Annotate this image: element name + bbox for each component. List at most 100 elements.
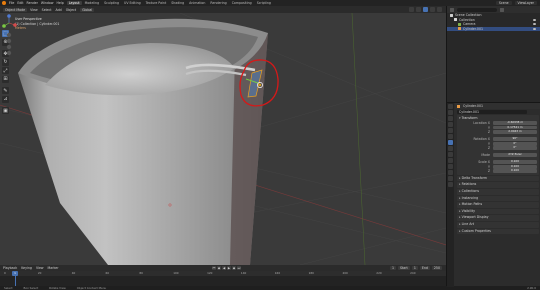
viewport-menu-select[interactable]: Select <box>42 8 52 12</box>
menu-window[interactable]: Window <box>41 1 54 5</box>
prev-key-icon[interactable]: ◆ <box>217 266 221 270</box>
hand-pan-icon <box>6 38 12 44</box>
3d-viewport[interactable]: User Perspective (1) Collection | Cylind… <box>0 13 446 265</box>
particles-tab-icon[interactable] <box>448 152 453 157</box>
timeline-area[interactable]: 0 20 40 60 80 100 120 140 160 180 200 220 240 1 <box>0 271 446 286</box>
rendered-shading-icon[interactable] <box>437 7 442 12</box>
next-key-icon[interactable]: ◆ <box>232 266 236 270</box>
play-icon[interactable]: ▶ <box>227 266 231 270</box>
viewport-menu-add[interactable]: Add <box>56 8 62 12</box>
view-layer-tab-icon[interactable] <box>448 122 453 127</box>
end-frame-field[interactable]: 250 <box>431 266 442 270</box>
perspective-toggle-icon <box>6 50 12 56</box>
physics-tab-icon[interactable] <box>448 158 453 163</box>
panel-instancing[interactable]: Instancing <box>457 195 539 202</box>
add-cube-icon[interactable]: ▣ <box>2 107 9 114</box>
object-tab-icon[interactable] <box>448 140 453 145</box>
view-layer-selector[interactable]: ViewLayer <box>514 1 537 5</box>
location-z-field[interactable]: 2.0043 m <box>493 129 537 135</box>
mode-dropdown[interactable]: Object Mode <box>3 7 28 12</box>
menu-help[interactable]: Help <box>56 1 63 5</box>
transform-panel-title[interactable]: Transform <box>459 116 537 121</box>
panel-motion-paths[interactable]: Motion Paths <box>457 202 539 208</box>
visibility-eye-icon[interactable] <box>533 27 536 30</box>
rotation-z-field[interactable]: 0° <box>493 146 537 151</box>
workspace-tab-modeling[interactable]: Modeling <box>83 1 102 5</box>
transform-icon[interactable]: ⊞ <box>2 75 9 83</box>
outliner-tree: Scene Collection Collection Camera Cylinder… <box>447 13 540 31</box>
location-label: Location X <box>473 120 490 125</box>
timeline-menu-playback[interactable]: Playback <box>3 266 17 270</box>
scene-tab-icon[interactable] <box>448 128 453 133</box>
visibility-eye-icon[interactable] <box>533 23 536 26</box>
properties-editor: Cylinder.001 Cylinder.001 Transform Loca… <box>446 102 540 287</box>
constraints-tab-icon[interactable] <box>448 164 453 169</box>
panel-viewport-display[interactable]: Viewport Display <box>457 215 539 221</box>
xray-toggle-icon[interactable] <box>416 7 421 12</box>
jump-start-icon[interactable]: ⏮ <box>212 266 216 270</box>
workspace-tab-uv-editing[interactable]: UV Editing <box>122 1 143 5</box>
blender-logo-icon[interactable] <box>2 1 6 5</box>
data-tab-icon[interactable] <box>448 170 453 175</box>
frame-tick-label: 60 <box>105 271 110 275</box>
workspace-tab-compositing[interactable]: Compositing <box>230 1 254 5</box>
workspace-tab-shading[interactable]: Shading <box>169 1 186 5</box>
rotation-mode-dropdown[interactable]: XYZ Euler <box>493 153 537 158</box>
workspace-tab-animation[interactable]: Animation <box>187 1 207 5</box>
end-frame-label: End <box>419 266 430 270</box>
workspace-tab-rendering[interactable]: Rendering <box>208 1 228 5</box>
outliner-item-icon <box>450 13 453 17</box>
workspace-tab-texture-paint[interactable]: Texture Paint <box>144 1 169 5</box>
panel-delta-transform[interactable]: Delta Transform <box>457 175 539 182</box>
scale-z-field[interactable]: 0.100 <box>493 169 537 174</box>
outliner-search-input[interactable] <box>457 7 497 12</box>
menu-file[interactable]: File <box>9 1 14 5</box>
scene-selector[interactable]: Scene <box>495 1 512 5</box>
timeline-menu-marker[interactable]: Marker <box>48 266 59 270</box>
workspace-tab-scripting[interactable]: Scripting <box>255 1 273 5</box>
scale-icon[interactable]: ⤢ <box>2 67 9 74</box>
measure-icon[interactable]: ⊿ <box>2 95 9 103</box>
annotate-icon[interactable]: ✎ <box>2 87 9 94</box>
outliner-row[interactable]: Cylinder.001 <box>447 26 540 31</box>
panel-relations[interactable]: Relations <box>457 182 539 189</box>
viewport-menu-view[interactable]: View <box>30 8 38 12</box>
menu-render[interactable]: Render <box>27 1 38 5</box>
frame-ruler[interactable]: 0 20 40 60 80 100 120 140 160 180 200 220 240 <box>0 271 446 276</box>
frame-tick-label: 120 <box>207 271 213 275</box>
panel-line-art[interactable]: Line Art <box>457 222 539 228</box>
solid-shading-icon[interactable] <box>423 7 428 12</box>
outliner-display-mode-icon[interactable] <box>450 7 454 12</box>
navigation-gizmo[interactable] <box>0 13 18 57</box>
workspace-tab-sculpting[interactable]: Sculpting <box>102 1 121 5</box>
output-tab-icon[interactable] <box>448 116 453 121</box>
modifier-tab-icon[interactable] <box>448 146 453 151</box>
status-rotate-view: Rotate View <box>49 286 66 290</box>
current-frame-field[interactable]: 1 <box>389 266 397 270</box>
material-tab-icon[interactable] <box>448 176 453 181</box>
panel-custom-properties[interactable]: Custom Properties <box>457 228 539 235</box>
jump-end-icon[interactable]: ⏭ <box>237 266 241 270</box>
menu-edit[interactable]: Edit <box>17 1 23 5</box>
world-tab-icon[interactable] <box>448 134 453 139</box>
overlay-toggle-icon[interactable] <box>409 7 414 12</box>
visibility-eye-icon[interactable] <box>533 18 536 21</box>
material-shading-icon[interactable] <box>430 7 435 12</box>
transform-orientation-dropdown[interactable]: Global <box>80 7 95 12</box>
timeline-menu-view[interactable]: View <box>36 266 44 270</box>
panel-collections[interactable]: Collections <box>457 189 539 195</box>
render-tab-icon[interactable] <box>448 110 453 115</box>
tool-tab-icon[interactable] <box>448 104 453 109</box>
rotate-icon[interactable]: ↻ <box>2 58 9 66</box>
panel-visibility[interactable]: Visibility <box>457 208 539 215</box>
start-frame-field[interactable]: 1 <box>411 266 418 270</box>
object-name-field[interactable]: Cylinder.001 <box>457 110 527 114</box>
viewport-menu-object[interactable]: Object <box>66 8 76 12</box>
properties-header-label: Cylinder.001 <box>463 104 484 108</box>
location-z-label: Z <box>487 130 490 135</box>
timeline-menu-keying[interactable]: Keying <box>21 266 32 270</box>
play-reverse-icon[interactable]: ◀ <box>222 266 226 270</box>
filter-icon[interactable] <box>500 7 504 12</box>
workspace-tab-layout[interactable]: Layout <box>66 1 82 5</box>
texture-tab-icon[interactable] <box>448 182 453 187</box>
